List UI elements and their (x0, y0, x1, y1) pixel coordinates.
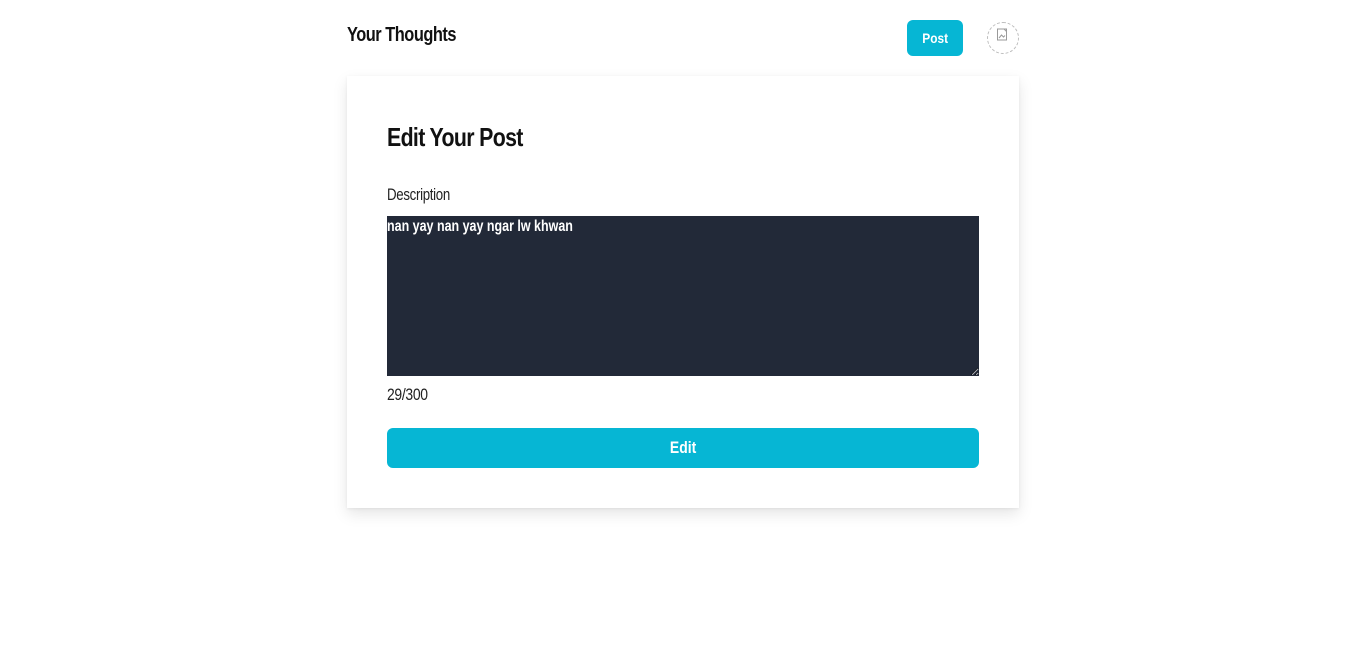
top-bar: Your Thoughts Post (347, 0, 1019, 76)
description-label: Description (387, 185, 450, 204)
page-title: Edit Your Post (387, 122, 523, 152)
edit-button-label: Edit (669, 438, 697, 457)
edit-post-card: Edit Your Post Description nan yay nan y… (347, 76, 1019, 508)
description-textarea[interactable] (387, 216, 979, 376)
character-counter: 29/300 (387, 385, 428, 404)
edit-button[interactable]: Edit (387, 428, 979, 468)
brand-title[interactable]: Your Thoughts (347, 24, 456, 47)
broken-image-icon (997, 28, 1007, 41)
avatar[interactable] (987, 22, 1019, 54)
post-button-label: Post (922, 30, 948, 46)
post-button[interactable]: Post (907, 20, 963, 56)
